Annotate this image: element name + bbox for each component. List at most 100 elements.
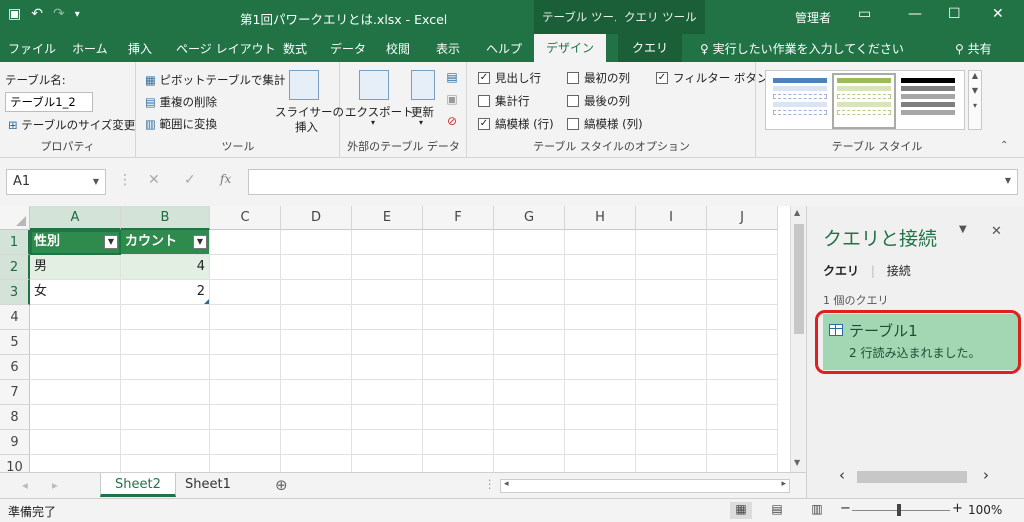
tab-query[interactable]: クエリ bbox=[618, 34, 683, 62]
row-header-6[interactable]: 6 bbox=[0, 355, 30, 380]
cell[interactable] bbox=[352, 330, 423, 355]
cell[interactable] bbox=[565, 305, 636, 330]
cell[interactable] bbox=[121, 455, 210, 472]
table-data-cell[interactable]: 4 bbox=[121, 255, 210, 280]
scroll-up-icon[interactable]: ▲ bbox=[794, 208, 800, 217]
cell[interactable] bbox=[352, 305, 423, 330]
tab-formulas[interactable]: 数式 bbox=[283, 40, 307, 57]
cell[interactable] bbox=[30, 305, 121, 330]
column-header-d[interactable]: D bbox=[281, 206, 352, 230]
cell[interactable] bbox=[423, 455, 494, 472]
column-header-j[interactable]: J bbox=[707, 206, 778, 230]
cell[interactable] bbox=[423, 405, 494, 430]
cell[interactable] bbox=[636, 380, 707, 405]
table-style-gallery[interactable] bbox=[765, 70, 965, 130]
cell[interactable] bbox=[423, 380, 494, 405]
tab-data[interactable]: データ bbox=[330, 40, 366, 57]
column-header-a[interactable]: A bbox=[30, 206, 121, 230]
cell[interactable] bbox=[352, 455, 423, 472]
style-swatch-blue[interactable] bbox=[770, 75, 830, 127]
table-data-cell[interactable]: 男 bbox=[30, 255, 121, 280]
cell[interactable] bbox=[707, 230, 778, 255]
tab-view[interactable]: 表示 bbox=[436, 40, 460, 57]
cell[interactable] bbox=[636, 430, 707, 455]
cell[interactable] bbox=[210, 355, 281, 380]
banded-columns-checkbox[interactable] bbox=[567, 118, 579, 130]
cell[interactable] bbox=[494, 405, 565, 430]
customize-qat-icon[interactable]: ▾ bbox=[75, 6, 80, 22]
enter-icon[interactable]: ✓ bbox=[184, 172, 196, 188]
minimize-icon[interactable]: — bbox=[908, 6, 922, 22]
zoom-out-icon[interactable]: − bbox=[840, 501, 851, 516]
cell[interactable] bbox=[707, 280, 778, 305]
cell[interactable] bbox=[565, 280, 636, 305]
row-header-4[interactable]: 4 bbox=[0, 305, 30, 330]
header-row-checkbox[interactable]: ✓ bbox=[478, 72, 490, 84]
cell[interactable] bbox=[30, 430, 121, 455]
table-data-cell[interactable]: 2 bbox=[121, 280, 210, 305]
table-header-cell[interactable]: カウント ▼ bbox=[121, 230, 210, 255]
cell[interactable] bbox=[210, 255, 281, 280]
column-header-e[interactable]: E bbox=[352, 206, 423, 230]
remove-duplicates-button[interactable]: ▤ 重複の削除 bbox=[145, 94, 217, 110]
tab-design[interactable]: デザイン bbox=[534, 34, 607, 62]
gallery-more-icon[interactable]: ▾ bbox=[969, 101, 981, 110]
pivot-summarize-button[interactable]: ▦ ピボットテーブルで集計 bbox=[145, 72, 285, 88]
add-sheet-icon[interactable]: ⊕ bbox=[275, 476, 288, 494]
pane-close-icon[interactable]: ✕ bbox=[991, 224, 1002, 239]
cell[interactable] bbox=[30, 405, 121, 430]
pane-horizontal-scrollbar[interactable]: ‹ › bbox=[835, 466, 1005, 488]
tab-help[interactable]: ヘルプ bbox=[486, 40, 522, 57]
horizontal-scrollbar[interactable]: ◂ ▸ bbox=[500, 479, 790, 493]
tab-page-layout[interactable]: ページ レイアウト bbox=[176, 40, 276, 57]
cell[interactable] bbox=[565, 380, 636, 405]
cell[interactable] bbox=[707, 430, 778, 455]
page-layout-view-icon[interactable]: ▤ bbox=[766, 502, 788, 519]
zoom-level[interactable]: 100% bbox=[968, 503, 1002, 517]
zoom-slider-track[interactable] bbox=[852, 510, 950, 511]
cell[interactable] bbox=[423, 305, 494, 330]
cell[interactable] bbox=[210, 305, 281, 330]
cell[interactable] bbox=[210, 230, 281, 255]
vertical-scroll-thumb[interactable] bbox=[794, 224, 804, 334]
cell[interactable] bbox=[352, 255, 423, 280]
cell[interactable] bbox=[423, 280, 494, 305]
table-name-input[interactable] bbox=[5, 92, 93, 112]
cell[interactable] bbox=[565, 230, 636, 255]
cell[interactable] bbox=[281, 330, 352, 355]
sheet-tab-sheet1[interactable]: Sheet1 bbox=[171, 473, 245, 497]
cell[interactable] bbox=[352, 230, 423, 255]
tab-queries[interactable]: クエリ bbox=[823, 264, 859, 278]
cell[interactable] bbox=[30, 355, 121, 380]
select-all-corner[interactable] bbox=[0, 206, 30, 230]
formula-input[interactable]: ▼ bbox=[248, 169, 1018, 195]
cell[interactable] bbox=[352, 280, 423, 305]
cell[interactable] bbox=[565, 330, 636, 355]
redo-icon[interactable]: ↷ bbox=[53, 6, 65, 22]
column-header-g[interactable]: G bbox=[494, 206, 565, 230]
cell[interactable] bbox=[281, 280, 352, 305]
row-header-10[interactable]: 10 bbox=[0, 455, 30, 472]
sheet-next-icon[interactable]: ▸ bbox=[52, 478, 58, 492]
cancel-icon[interactable]: ✕ bbox=[148, 172, 160, 188]
tab-connections[interactable]: 接続 bbox=[887, 264, 911, 278]
table-resize-handle[interactable] bbox=[204, 299, 209, 304]
gallery-up-icon[interactable]: ▲ bbox=[969, 71, 981, 80]
tell-me-search[interactable]: ♀ 実行したい作業を入力してください bbox=[700, 40, 904, 57]
cell[interactable] bbox=[210, 330, 281, 355]
normal-view-icon[interactable]: ▦ bbox=[730, 502, 752, 519]
cell[interactable] bbox=[30, 380, 121, 405]
cell[interactable] bbox=[707, 380, 778, 405]
cell[interactable] bbox=[636, 230, 707, 255]
collapse-ribbon-icon[interactable]: ⌃ bbox=[1000, 140, 1008, 151]
gallery-scroll[interactable]: ▲ ▼ ▾ bbox=[968, 70, 982, 130]
cell[interactable] bbox=[636, 405, 707, 430]
cell[interactable] bbox=[565, 455, 636, 472]
cell[interactable] bbox=[210, 380, 281, 405]
cell[interactable] bbox=[494, 305, 565, 330]
cell[interactable] bbox=[121, 355, 210, 380]
zoom-slider-knob[interactable] bbox=[897, 504, 901, 516]
first-column-checkbox[interactable] bbox=[567, 72, 579, 84]
cell[interactable] bbox=[30, 330, 121, 355]
cell[interactable] bbox=[281, 355, 352, 380]
